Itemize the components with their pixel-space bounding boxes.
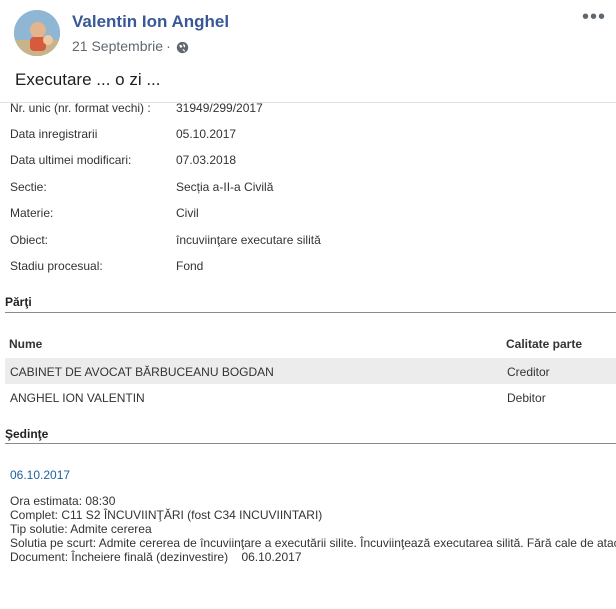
table-row: ANGHEL ION VALENTIN Debitor xyxy=(5,384,616,410)
party-role: Debitor xyxy=(507,391,546,405)
sedinta-line: Document: Încheiere finală (dezinvestire… xyxy=(10,550,302,564)
field-value: Civil xyxy=(176,206,199,220)
section-title-sedinte: Şedinţe xyxy=(5,427,49,441)
table-row: CABINET DE AVOCAT BĂRBUCEANU BOGDAN Cred… xyxy=(5,358,616,384)
sedinta-line: Solutia pe scurt: Admite cererea de încu… xyxy=(10,536,616,550)
field-value: Secția a-II-a Civilă xyxy=(176,180,274,194)
section-rule xyxy=(5,443,616,444)
avatar[interactable] xyxy=(14,10,60,56)
sedinta-line: Tip solutie: Admite cererea xyxy=(10,522,152,536)
avatar-photo-icon xyxy=(14,10,60,56)
post-options-icon[interactable]: ••• xyxy=(582,6,606,29)
sedinta-details: Ora estimata: 08:30 Complet: C11 S2 ÎNCU… xyxy=(10,494,616,564)
party-name: CABINET DE AVOCAT BĂRBUCEANU BOGDAN xyxy=(10,365,274,379)
field-label: Data inregistrarii xyxy=(10,127,98,141)
field-label: Obiect: xyxy=(10,233,49,247)
post-date[interactable]: 21 Septembrie xyxy=(72,38,163,54)
field-label: Stadiu procesual: xyxy=(10,259,103,273)
globe-icon[interactable] xyxy=(176,41,189,54)
field-value: 05.10.2017 xyxy=(176,127,237,141)
meta-separator: · xyxy=(166,38,171,54)
sedinta-line: Complet: C11 S2 ÎNCUVIINŢĂRI (fost C34 I… xyxy=(10,508,323,522)
column-header-role: Calitate parte xyxy=(506,337,583,351)
parti-table-header: Nume Calitate parte xyxy=(5,330,616,356)
section-title-parti: Părţi xyxy=(5,295,32,309)
field-value: 31949/299/2017 xyxy=(176,101,263,115)
field-label: Data ultimei modificari: xyxy=(10,153,132,167)
field-label: Materie: xyxy=(10,206,54,220)
column-header-name: Nume xyxy=(9,337,43,351)
field-value: 07.03.2018 xyxy=(176,153,237,167)
author-name[interactable]: Valentin Ion Anghel xyxy=(72,12,229,32)
post-text: Executare ... o zi ... xyxy=(15,70,161,89)
field-value: Fond xyxy=(176,259,204,273)
field-value: încuviinţare executare silită xyxy=(176,233,321,247)
screenshot-document: Nr. unic (nr. format vechi) : 31949/299/… xyxy=(0,97,616,609)
sedinta-line: Ora estimata: 08:30 xyxy=(10,494,116,508)
field-label: Sectie: xyxy=(10,180,47,194)
sedinta-date: 06.10.2017 xyxy=(10,468,71,482)
field-label: Nr. unic (nr. format vechi) : xyxy=(10,101,151,115)
section-rule xyxy=(5,312,616,313)
post-meta: 21 Septembrie · xyxy=(72,38,189,54)
party-role: Creditor xyxy=(507,365,550,379)
post-header: Valentin Ion Anghel 21 Septembrie · ••• E… xyxy=(0,0,616,89)
party-name: ANGHEL ION VALENTIN xyxy=(10,391,145,405)
